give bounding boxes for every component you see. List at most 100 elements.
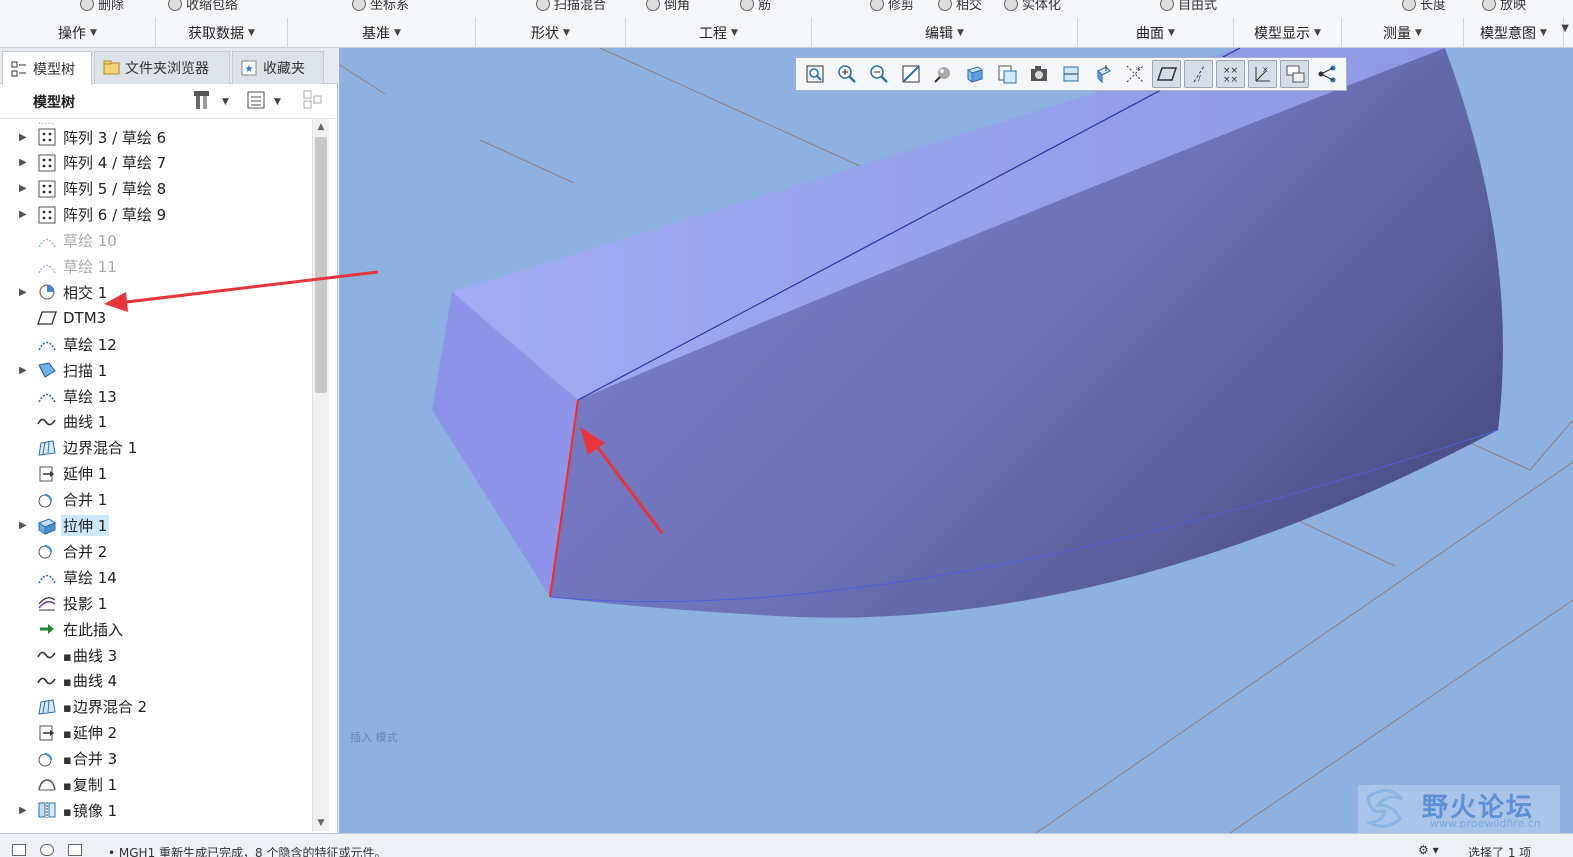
tree-item[interactable]: 草绘 11 [0, 254, 312, 280]
expand-arrow-icon[interactable]: ▶ [19, 805, 29, 816]
tree-item[interactable]: 草绘 12 [0, 331, 312, 357]
repaint-icon[interactable] [896, 60, 925, 88]
graphics-window[interactable]: * / ×× ×× × 插入 模式 野火论坛 www.proewildfire.cn [339, 48, 1573, 833]
zoom-out-icon[interactable] [864, 60, 893, 88]
tree-item[interactable]: 延伸 1 [0, 461, 312, 487]
ribbon-group-8[interactable]: 测量 ▼ [1342, 18, 1464, 48]
datum-display-icon[interactable]: * [1120, 60, 1149, 88]
tree-item[interactable]: ▶ 阵列 5 / 草绘 8 [0, 176, 312, 202]
status-window-icon[interactable] [68, 844, 82, 856]
status-globe-icon[interactable] [40, 844, 54, 856]
csys-display-icon[interactable]: × [1248, 60, 1277, 88]
tree-item[interactable]: ▶ 阵列 4 / 草绘 7 [0, 150, 312, 176]
expand-arrow-icon[interactable]: ▶ [19, 520, 29, 531]
ribbon-command-3[interactable]: 扫描混合 [536, 0, 606, 13]
expand-arrow-icon[interactable]: ▶ [19, 183, 29, 194]
ribbon-overflow-icon[interactable]: ▼ [1561, 23, 1569, 34]
expand-arrow-icon[interactable]: ▶ [19, 157, 29, 168]
refit-icon[interactable] [800, 60, 829, 88]
tree-item[interactable]: ▶ 相交 1 [0, 279, 312, 305]
gear-icon[interactable]: ⚙ ▾ [1418, 843, 1439, 857]
expand-arrow-icon[interactable]: ▶ [19, 132, 29, 143]
tree-item[interactable]: ▶ 拉伸 1 [0, 513, 312, 539]
tree-item[interactable]: ▶ 阵列 3 / 草绘 6 [0, 124, 312, 150]
tree-item[interactable]: ▶ ▪镜像 1 [0, 797, 312, 823]
saved-views-icon[interactable] [960, 60, 989, 88]
ribbon-command-9[interactable]: 自由式 [1160, 0, 1217, 13]
tab-label: 模型树 [33, 61, 75, 78]
tree-item[interactable]: 草绘 14 [0, 564, 312, 590]
tree-filter-button[interactable] [302, 90, 324, 113]
section-icon[interactable] [1056, 60, 1085, 88]
expand-arrow-icon[interactable]: ▶ [19, 209, 29, 220]
ribbon-group-3[interactable]: 形状 ▼ [476, 18, 626, 48]
intersect-icon [37, 282, 57, 302]
tree-item[interactable]: ▶ 阵列 6 / 草绘 9 [0, 202, 312, 228]
ribbon-command-6[interactable]: 修剪 [870, 0, 914, 13]
view-manager-icon[interactable] [992, 60, 1021, 88]
ribbon-group-2[interactable]: 基准 ▼ [288, 18, 476, 48]
tools-icon [192, 89, 214, 115]
status-toggle-icon[interactable] [12, 844, 26, 856]
tree-show-button[interactable]: ▼ [246, 91, 281, 113]
expand-arrow-icon[interactable]: ▶ [19, 365, 29, 376]
point-display-icon[interactable]: ×× ×× [1216, 60, 1245, 88]
ribbon-command-8[interactable]: 实体化 [1004, 0, 1061, 13]
tree-item[interactable]: ▪复制 1 [0, 772, 312, 798]
tree-item[interactable]: ▪边界混合 2 [0, 694, 312, 720]
tree-item[interactable]: ▶ 扫描 1 [0, 357, 312, 383]
ribbon-group-5[interactable]: 编辑 ▼ [812, 18, 1078, 48]
network-icon[interactable] [1312, 60, 1341, 88]
tree-settings-button[interactable]: ▼ [192, 91, 229, 113]
ribbon-command-4[interactable]: 倒角 [646, 0, 690, 13]
tree-item[interactable]: ▪合并 3 [0, 746, 312, 772]
ribbon-group-4[interactable]: 工程 ▼ [626, 18, 812, 48]
tree-item-text: 边界混合 1 [63, 439, 138, 458]
scroll-up-icon[interactable]: ▲ [313, 119, 329, 135]
tree-item[interactable]: ▪曲线 4 [0, 668, 312, 694]
tree-item[interactable]: 边界混合 1 [0, 435, 312, 461]
annotation-display-icon[interactable] [1280, 60, 1309, 88]
ribbon-command-1[interactable]: 收缩包络 [168, 0, 238, 13]
tab-favorites[interactable]: ★ 收藏夹 [232, 51, 324, 84]
tree-item-label: 边界混合 1 [63, 437, 137, 458]
ribbon-command-10[interactable]: 长度 [1402, 0, 1446, 13]
scroll-down-icon[interactable]: ▼ [313, 815, 329, 831]
mirror-icon [37, 800, 57, 820]
ribbon-group-1[interactable]: 获取数据 ▼ [156, 18, 288, 48]
ribbon-command-5[interactable]: 筋 [740, 0, 771, 13]
tab-folder-browser[interactable]: 文件夹浏览器 [94, 51, 230, 84]
sketch-icon [37, 386, 57, 406]
tree-item[interactable]: 合并 2 [0, 538, 312, 564]
spin-center-icon[interactable] [1088, 60, 1117, 88]
display-style-icon[interactable] [928, 60, 957, 88]
ribbon-command-7[interactable]: 相交 [938, 0, 982, 13]
ribbon-command-2[interactable]: 坐标系 [352, 0, 409, 13]
ribbon-group-6[interactable]: 曲面 ▼ [1078, 18, 1234, 48]
zoom-in-icon[interactable] [832, 60, 861, 88]
scroll-thumb[interactable] [315, 137, 327, 393]
tree-item[interactable]: 在此插入 [0, 616, 312, 642]
ribbon-command-0[interactable]: 删除 [80, 0, 124, 13]
model-scene[interactable] [339, 48, 1573, 833]
ribbon-group-0[interactable]: 操作 ▼ [0, 18, 156, 48]
perspective-icon[interactable] [1024, 60, 1053, 88]
expand-arrow-icon[interactable]: ▶ [19, 287, 29, 298]
tree-item[interactable]: 草绘 13 [0, 383, 312, 409]
tree-item[interactable]: ▪曲线 3 [0, 642, 312, 668]
tree-item[interactable]: 投影 1 [0, 590, 312, 616]
tree-item[interactable]: 曲线 1 [0, 409, 312, 435]
tree-scrollbar[interactable]: ▲ ▼ [312, 119, 329, 831]
ribbon-command-11[interactable]: 放映 [1482, 0, 1526, 13]
tab-label: 文件夹浏览器 [125, 61, 209, 77]
ribbon-group-9[interactable]: 模型意图 ▼ [1464, 18, 1564, 48]
plane-display-icon[interactable] [1152, 60, 1181, 88]
axis-display-icon[interactable]: / [1184, 60, 1213, 88]
tab-model-tree[interactable]: 模型树 [2, 51, 92, 85]
tree-item[interactable]: DTM3 [0, 305, 312, 331]
tree-item[interactable]: ▪延伸 2 [0, 720, 312, 746]
tree-item[interactable]: 合并 1 [0, 487, 312, 513]
ribbon-group-7[interactable]: 模型显示 ▼ [1234, 18, 1342, 48]
tree-item[interactable]: 草绘 10 [0, 228, 312, 254]
navigator-panel: 模型树 文件夹浏览器 ★ 收藏夹 模型树 ▼ ▼ ····· ▶ 阵列 3 / … [0, 48, 338, 833]
